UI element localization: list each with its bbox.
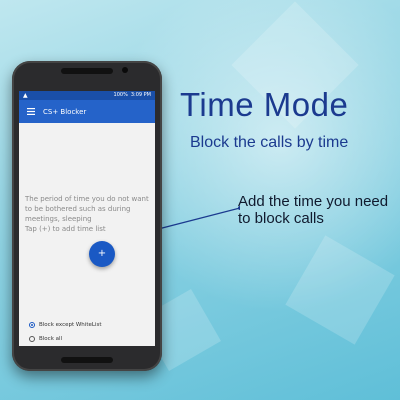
app-screen: ▲ 100% 3:09 PM CS+ Blocker The period of… [19,91,155,346]
hamburger-menu-icon[interactable] [23,100,39,123]
add-icon: + [97,248,107,259]
option-block-except-whitelist[interactable]: Block except WhiteList [29,319,149,331]
speaker-bottom [61,357,113,363]
app-bar: CS+ Blocker [19,100,155,123]
app-title: CS+ Blocker [43,107,87,116]
add-time-button[interactable]: + [89,241,115,267]
option-label: Block except WhiteList [39,322,102,328]
status-time: 3:09 PM [130,92,151,98]
block-mode-options: Block except WhiteList Block all [29,319,149,346]
camera-icon [122,67,128,73]
status-signal: ▲ [23,92,28,99]
empty-state-text: The period of time you do not want to be… [25,195,149,233]
promo-callout: Add the time you need to block calls [238,193,389,227]
option-label: Block all [39,336,63,342]
background-shape [285,235,395,345]
phone-frame: ▲ 100% 3:09 PM CS+ Blocker The period of… [12,61,162,371]
radio-unselected-icon[interactable] [29,336,35,342]
speaker-top [61,68,113,74]
promo-headline: Time Mode [180,86,349,123]
promo-subheadline: Block the calls by time [190,134,349,151]
status-bar: ▲ 100% 3:09 PM [19,91,155,100]
radio-selected-icon[interactable] [29,322,35,328]
option-block-all[interactable]: Block all [29,333,149,345]
status-battery: 100% [113,92,128,98]
